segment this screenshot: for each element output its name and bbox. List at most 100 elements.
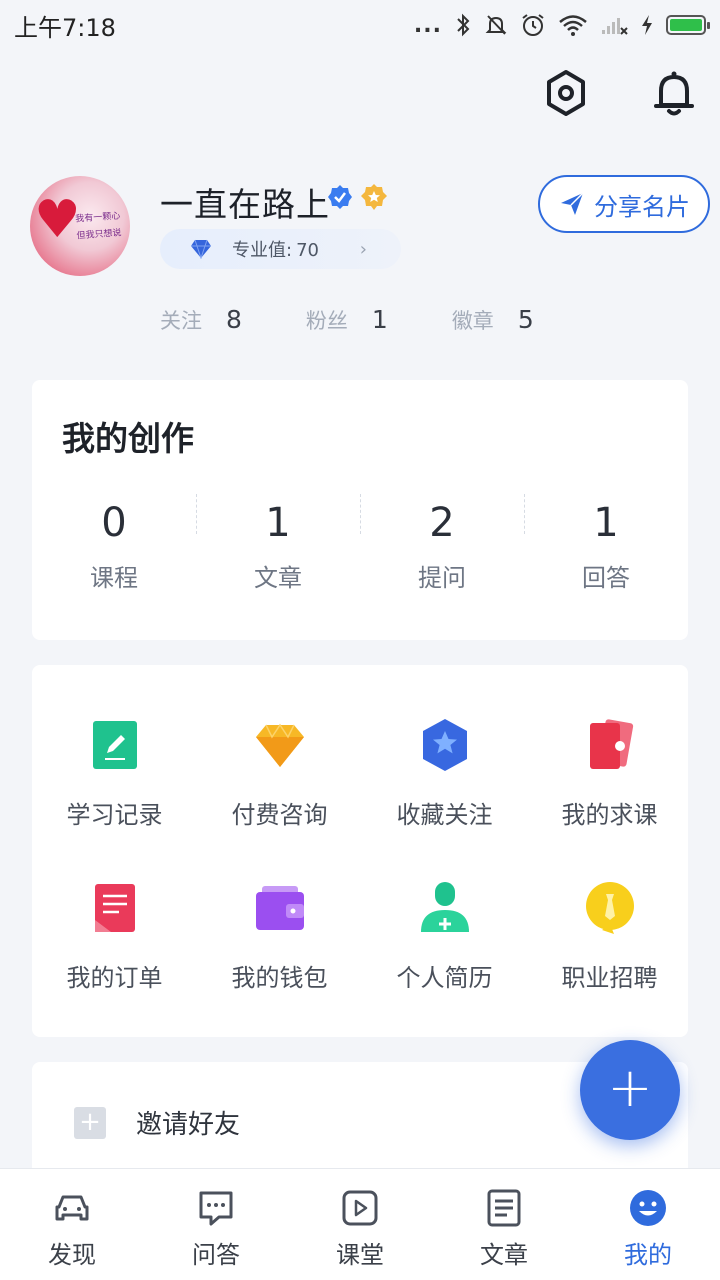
avatar[interactable]: ♥ 我有一颗心 但我只想说 xyxy=(30,176,130,276)
invite-friends-label: 邀请好友 xyxy=(136,1110,241,1140)
paid-consult-icon xyxy=(252,717,308,773)
tool-resume[interactable]: 个人简历 xyxy=(362,880,527,993)
avatar-heart-icon: ♥ xyxy=(34,190,81,250)
star-badge-icon xyxy=(361,184,387,210)
nav-label: 发现 xyxy=(48,1241,96,1269)
battery-fill xyxy=(670,19,702,31)
tool-label: 我的钱包 xyxy=(231,964,328,992)
settings-icon xyxy=(547,70,585,116)
nav-classroom[interactable]: 课堂 xyxy=(288,1169,432,1280)
tool-wallet[interactable]: 我的钱包 xyxy=(197,880,362,993)
creation-count: 1 xyxy=(265,500,291,546)
tool-recruit[interactable]: 职业招聘 xyxy=(527,880,692,993)
tool-orders[interactable]: 我的订单 xyxy=(32,880,197,993)
stat-value: 5 xyxy=(517,305,534,334)
creation-label: 回答 xyxy=(582,564,630,592)
recruit-icon xyxy=(582,880,638,936)
article-icon xyxy=(487,1189,521,1227)
tool-learning-record[interactable]: 学习记录 xyxy=(32,717,197,830)
diamond-icon xyxy=(191,239,211,259)
discover-icon xyxy=(55,1195,89,1221)
send-icon xyxy=(561,192,584,215)
tool-label: 收藏关注 xyxy=(396,801,493,829)
stat-label: 粉丝 xyxy=(305,309,348,333)
nav-discover[interactable]: 发现 xyxy=(0,1169,144,1280)
share-card-button[interactable]: 分享名片 xyxy=(538,175,710,233)
creation-count: 2 xyxy=(429,500,455,546)
bluetooth-icon xyxy=(457,13,470,37)
creation-label: 课程 xyxy=(90,564,138,592)
resume-icon xyxy=(417,880,473,936)
professional-value-label: 专业值: xyxy=(232,240,293,261)
tool-paid-consult[interactable]: 付费咨询 xyxy=(197,717,362,830)
bell-icon xyxy=(654,71,694,116)
battery-icon xyxy=(666,15,710,35)
tool-label: 我的订单 xyxy=(66,964,163,992)
status-time: 上午7:18 xyxy=(14,13,116,42)
creation-label: 文章 xyxy=(254,564,302,592)
profile-stats: 关注 8 粉丝 1 徽章 5 xyxy=(160,305,534,335)
tools-card: 学习记录 付费咨询 收藏关注 我的求课 我的订单 我的钱包 个人简历 职业招聘 xyxy=(32,665,688,1037)
tool-label: 学习记录 xyxy=(66,801,163,829)
plus-square-icon: + xyxy=(74,1106,106,1139)
nav-me[interactable]: 我的 xyxy=(576,1169,720,1280)
nav-label: 问答 xyxy=(192,1241,240,1269)
floating-add-button[interactable]: + xyxy=(580,1040,680,1140)
stat-badges[interactable]: 徽章 5 xyxy=(452,305,534,335)
creation-courses[interactable]: 0 课程 xyxy=(32,500,196,593)
classroom-icon xyxy=(342,1190,378,1226)
nav-article[interactable]: 文章 xyxy=(432,1169,576,1280)
alarm-icon xyxy=(522,14,544,36)
top-actions xyxy=(542,65,698,121)
course-request-icon xyxy=(582,717,638,773)
qa-icon xyxy=(199,1191,233,1226)
stat-following[interactable]: 关注 8 xyxy=(160,305,242,335)
verified-badge-icon xyxy=(328,185,352,209)
tool-favorites[interactable]: 收藏关注 xyxy=(362,717,527,830)
share-card-label: 分享名片 xyxy=(594,192,690,221)
learning-record-icon xyxy=(87,717,143,773)
professional-value: 专业值: 70 xyxy=(232,236,319,262)
bottom-nav: 发现 问答 课堂 文章 我的 xyxy=(0,1168,720,1280)
tool-label: 付费咨询 xyxy=(231,801,328,829)
signal-icon xyxy=(602,18,628,35)
nav-label: 文章 xyxy=(480,1241,528,1269)
tool-label: 我的求课 xyxy=(561,801,658,829)
charging-icon xyxy=(642,15,652,35)
stat-value: 8 xyxy=(226,305,242,334)
invite-friends-row[interactable]: + 邀请好友 xyxy=(74,1104,240,1141)
favorites-icon xyxy=(417,717,473,773)
username: 一直在路上 xyxy=(160,185,330,224)
more-dots-icon: ... xyxy=(413,12,442,38)
stat-followers[interactable]: 粉丝 1 xyxy=(306,305,388,335)
creation-count: 0 xyxy=(101,500,127,546)
status-bar: 上午7:18 ... xyxy=(0,0,720,50)
notification-button[interactable] xyxy=(650,65,698,121)
avatar-caption: 我有一颗心 但我只想说 xyxy=(75,208,122,245)
creation-count: 1 xyxy=(593,500,619,546)
stat-value: 1 xyxy=(371,305,388,334)
nav-label: 我的 xyxy=(624,1241,672,1269)
mute-bell-icon xyxy=(485,15,507,35)
creation-questions[interactable]: 2 提问 xyxy=(360,500,524,593)
status-icons: ... xyxy=(413,12,710,38)
nav-label: 课堂 xyxy=(336,1241,384,1269)
tool-course-request[interactable]: 我的求课 xyxy=(527,717,692,830)
stat-label: 关注 xyxy=(160,309,202,333)
me-icon xyxy=(630,1190,666,1226)
settings-button[interactable] xyxy=(542,65,590,121)
creation-answers[interactable]: 1 回答 xyxy=(524,500,688,593)
wallet-icon xyxy=(252,880,308,936)
tool-label: 职业招聘 xyxy=(561,964,658,992)
wifi-icon xyxy=(559,15,587,36)
creation-label: 提问 xyxy=(418,564,466,592)
chevron-right-icon: › xyxy=(359,238,367,260)
avatar-caption-line2: 但我只想说 xyxy=(76,228,122,242)
nav-qa[interactable]: 问答 xyxy=(144,1169,288,1280)
professional-value-pill[interactable]: 专业值: 70 › xyxy=(160,229,401,269)
creation-articles[interactable]: 1 文章 xyxy=(196,500,360,593)
tool-label: 个人简历 xyxy=(396,964,493,992)
orders-icon xyxy=(87,880,143,936)
my-creations-card: 我的创作 0 课程 1 文章 2 提问 1 回答 xyxy=(32,380,688,640)
section-title: 我的创作 xyxy=(62,419,194,458)
